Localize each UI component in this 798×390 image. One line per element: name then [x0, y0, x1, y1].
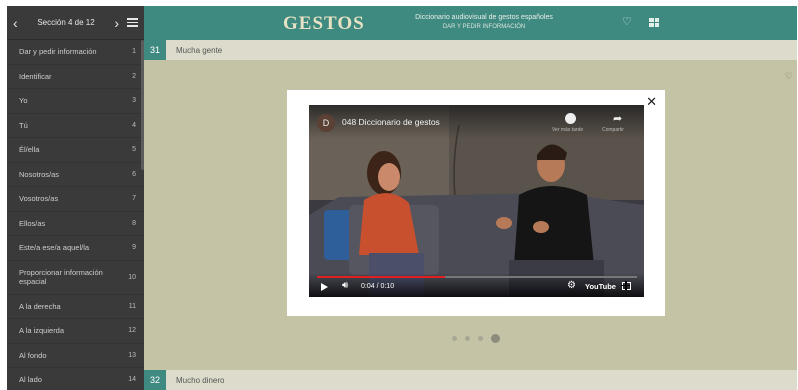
- sidebar-item-number: 2: [132, 72, 136, 80]
- video-modal: ✕ D 048 Diccionario de gestos ➦ Ver más …: [287, 90, 665, 316]
- sidebar-item-label: Este/a ese/a aquel/la: [19, 243, 90, 253]
- gesture-title: Mucho dinero: [176, 375, 225, 385]
- pager-dot[interactable]: [465, 336, 470, 341]
- sidebar-item-label: Identificar: [19, 71, 52, 81]
- sidebar-item-label: Nosotros/as: [19, 169, 60, 179]
- sidebar-item-label: Vosotros/as: [19, 194, 59, 204]
- gesture-title: Mucha gente: [176, 45, 223, 55]
- sidebar-item-number: 13: [128, 351, 136, 359]
- sidebar-item-label: Dar y pedir información: [19, 47, 97, 57]
- top-header: GESTOS Diccionario audiovisual de gestos…: [144, 6, 797, 40]
- pager-dot[interactable]: [452, 336, 457, 341]
- logo[interactable]: GESTOS: [283, 13, 365, 35]
- pager-dots: [452, 334, 500, 343]
- progress-bar[interactable]: [317, 276, 637, 278]
- sidebar-item[interactable]: Identificar 2: [7, 65, 144, 89]
- gear-icon[interactable]: ⚙: [567, 280, 576, 291]
- chevron-right-icon[interactable]: ›: [114, 15, 119, 31]
- pager-dot[interactable]: [478, 336, 483, 341]
- favorites-heart-icon[interactable]: ♡: [622, 15, 632, 28]
- sidebar-item-number: 9: [132, 244, 136, 252]
- sidebar-item[interactable]: Vosotros/as 7: [7, 187, 144, 212]
- sidebar-item-number: 7: [132, 195, 136, 203]
- sidebar-item[interactable]: Al fondo 13: [7, 344, 144, 368]
- gesture-number: 32: [144, 370, 166, 390]
- section-title: DAR Y PEDIR INFORMACIÓN: [442, 24, 526, 30]
- sidebar-item-number: 10: [128, 273, 136, 281]
- channel-avatar[interactable]: D: [317, 114, 335, 132]
- sidebar-item-number: 4: [132, 121, 136, 129]
- video-title[interactable]: 048 Diccionario de gestos: [342, 117, 440, 127]
- video-player[interactable]: D 048 Diccionario de gestos ➦ Ver más ta…: [309, 105, 644, 297]
- sidebar-item-label: A la derecha: [19, 301, 61, 311]
- sidebar-list: Dar y pedir información 1 Identificar 2 Yo 3 T…: [7, 40, 144, 390]
- section-indicator: Sección 4 de 12: [37, 18, 95, 27]
- progress-fill: [317, 276, 445, 278]
- gesture-row[interactable]: 32 Mucho dinero: [144, 370, 797, 390]
- volume-icon[interactable]: 🔊︎: [342, 280, 348, 291]
- sidebar: ‹ Sección 4 de 12 › Dar y pedir informac…: [7, 6, 144, 390]
- pager-dot-active[interactable]: [491, 334, 500, 343]
- sidebar-item-number: 14: [128, 376, 136, 384]
- sidebar-item-label: Yo: [19, 96, 28, 106]
- sidebar-item-label: Él/ella: [19, 145, 40, 155]
- sidebar-item-label: Proporcionar información espacial: [19, 268, 103, 286]
- sidebar-item-number: 3: [132, 97, 136, 105]
- sidebar-item[interactable]: Tú 4: [7, 114, 144, 138]
- sidebar-item-label: Al fondo: [19, 350, 47, 360]
- sidebar-item[interactable]: Este/a ese/a aquel/la 9: [7, 236, 144, 261]
- sidebar-item[interactable]: Proporcionar información espacial 10: [7, 261, 144, 295]
- video-controls: 🔊︎ 0:04 / 0:10 ⚙ YouTube: [309, 273, 644, 297]
- sidebar-item-number: 6: [132, 170, 136, 178]
- fullscreen-icon[interactable]: [621, 281, 631, 290]
- watch-later-label: Ver más tarde: [552, 127, 584, 133]
- share-label: Compartir: [602, 127, 624, 133]
- clock-icon[interactable]: [565, 113, 576, 124]
- gesture-number: 31: [144, 40, 166, 60]
- sidebar-item-label: Al lado: [19, 375, 42, 385]
- site-subtitle: Diccionario audiovisual de gestos españo…: [415, 14, 553, 21]
- heart-icon[interactable]: ♡: [785, 71, 793, 82]
- sidebar-item-label: A la izquierda: [19, 326, 65, 336]
- share-icon[interactable]: ➦: [613, 112, 622, 125]
- sidebar-item[interactable]: Nosotros/as 6: [7, 163, 144, 187]
- close-icon[interactable]: ✕: [646, 94, 657, 110]
- play-icon[interactable]: [321, 283, 328, 291]
- sidebar-item[interactable]: Al lado 14: [7, 368, 144, 390]
- youtube-logo[interactable]: YouTube: [585, 282, 616, 291]
- sidebar-item[interactable]: Ellos/as 8: [7, 212, 144, 236]
- sidebar-item[interactable]: A la derecha 11: [7, 295, 144, 319]
- sidebar-item[interactable]: Dar y pedir información 1: [7, 40, 144, 65]
- sidebar-item-number: 8: [132, 219, 136, 227]
- sidebar-item[interactable]: A la izquierda 12: [7, 319, 144, 344]
- sidebar-item-number: 1: [132, 48, 136, 56]
- video-time: 0:04 / 0:10: [361, 283, 395, 290]
- sidebar-item-label: Ellos/as: [19, 218, 46, 228]
- sidebar-item-number: 11: [128, 302, 136, 310]
- hamburger-icon[interactable]: [127, 16, 138, 29]
- sidebar-header: ‹ Sección 4 de 12 ›: [7, 6, 144, 40]
- sidebar-item-number: 12: [128, 327, 136, 335]
- grid-view-icon[interactable]: [649, 18, 659, 27]
- sidebar-item[interactable]: Yo 3: [7, 89, 144, 114]
- sidebar-item-number: 5: [132, 146, 136, 154]
- sidebar-item[interactable]: Él/ella 5: [7, 138, 144, 163]
- video-header: D 048 Diccionario de gestos ➦ Ver más ta…: [309, 105, 644, 139]
- gesture-row[interactable]: 31 Mucha gente: [144, 40, 797, 60]
- sidebar-item-label: Tú: [19, 120, 28, 130]
